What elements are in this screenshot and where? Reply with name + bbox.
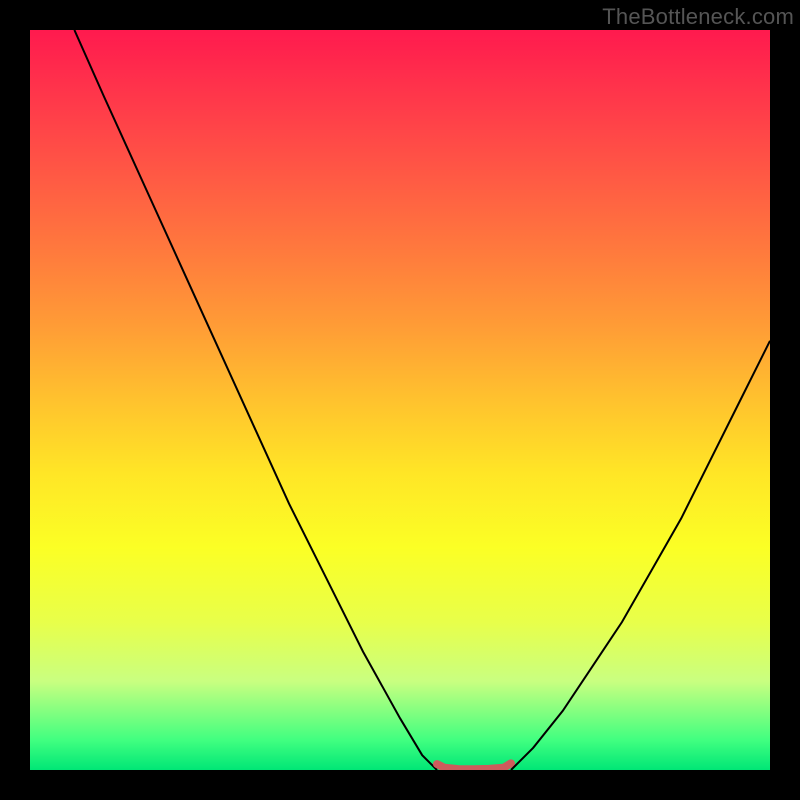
bottleneck-chart: TheBottleneck.com (0, 0, 800, 800)
watermark-text: TheBottleneck.com (602, 4, 794, 30)
left-curve-path (74, 30, 437, 770)
optimal-band-path (437, 763, 511, 769)
right-curve-path (511, 341, 770, 770)
chart-svg (30, 30, 770, 770)
plot-gradient-area (30, 30, 770, 770)
